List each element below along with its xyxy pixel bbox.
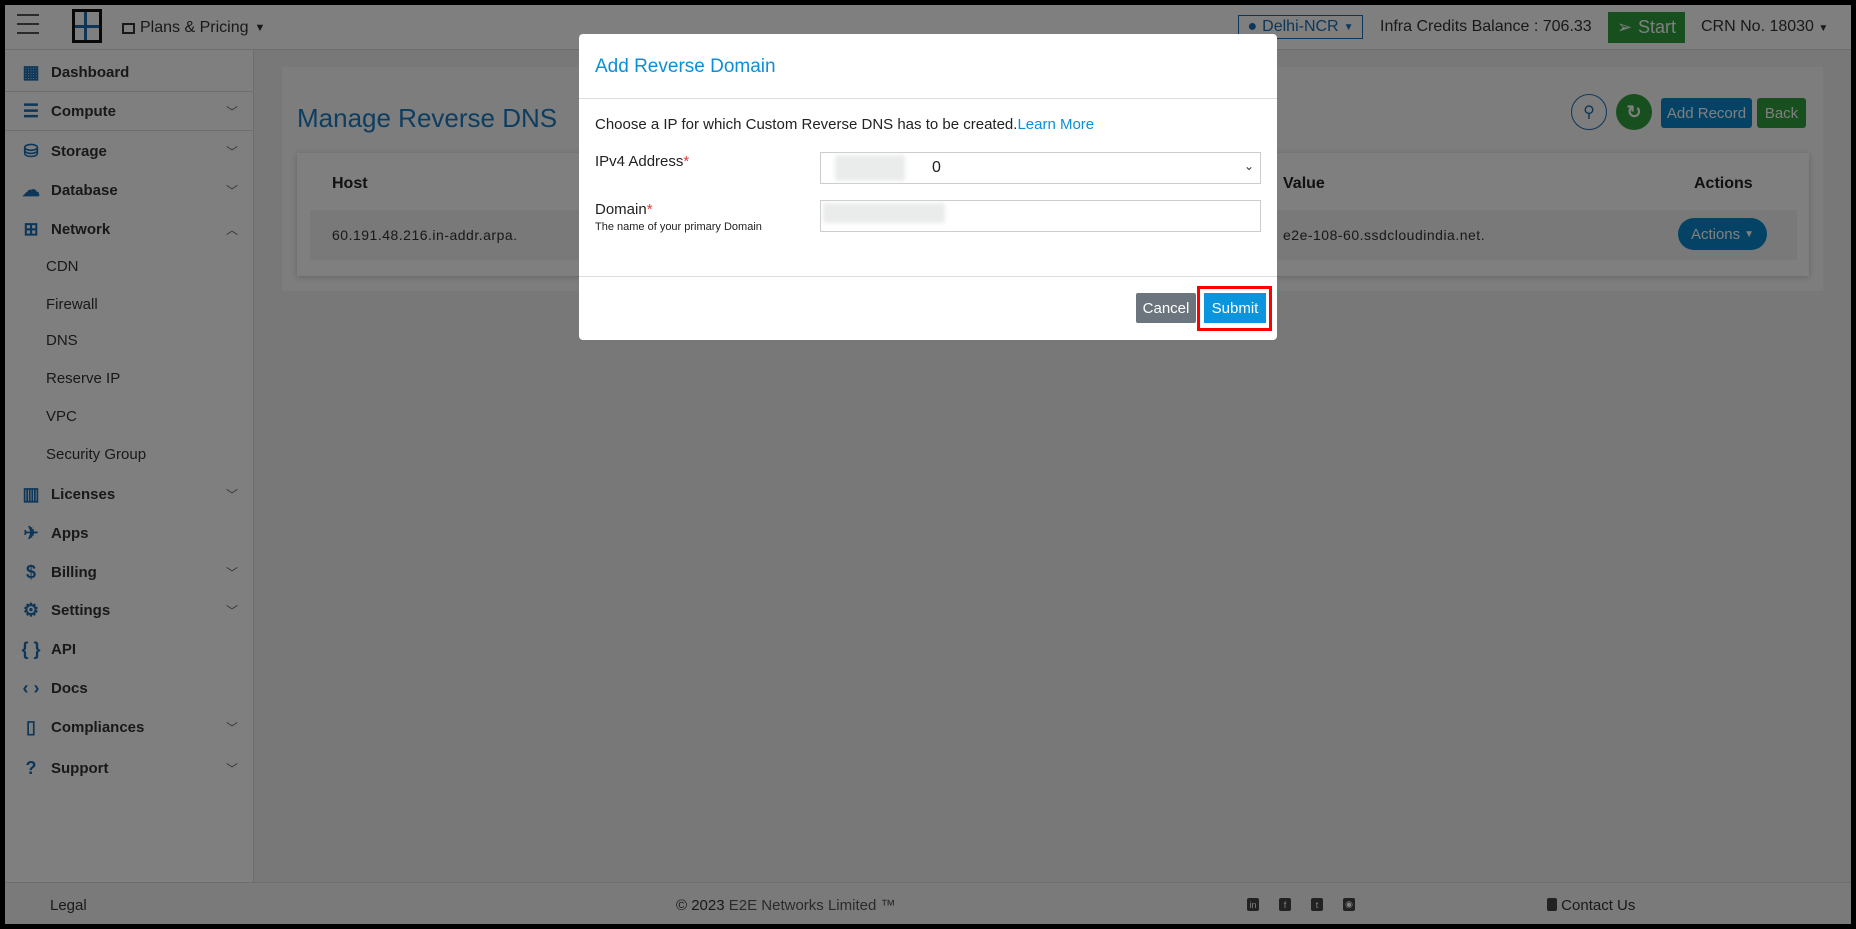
divider <box>579 276 1277 277</box>
app-window: Plans & Pricing ▼ ●Delhi-NCR▼ Infra Cred… <box>5 5 1851 924</box>
domain-help-text: The name of your primary Domain <box>595 221 762 233</box>
cancel-button[interactable]: Cancel <box>1136 293 1196 323</box>
domain-label: Domain* <box>595 201 653 218</box>
add-reverse-domain-modal: Add Reverse Domain Choose a IP for which… <box>579 34 1277 340</box>
divider <box>579 98 1277 99</box>
domain-input[interactable] <box>820 200 1261 232</box>
modal-intro: Choose a IP for which Custom Reverse DNS… <box>595 116 1095 133</box>
ipv4-select[interactable]: 0 ⌄ <box>820 152 1261 184</box>
chevron-down-icon: ⌄ <box>1243 159 1254 173</box>
ipv4-label: IPv4 Address* <box>595 153 690 170</box>
submit-button[interactable]: Submit <box>1204 293 1266 323</box>
modal-title: Add Reverse Domain <box>595 56 776 77</box>
learn-more-link[interactable]: Learn More <box>1017 116 1094 133</box>
